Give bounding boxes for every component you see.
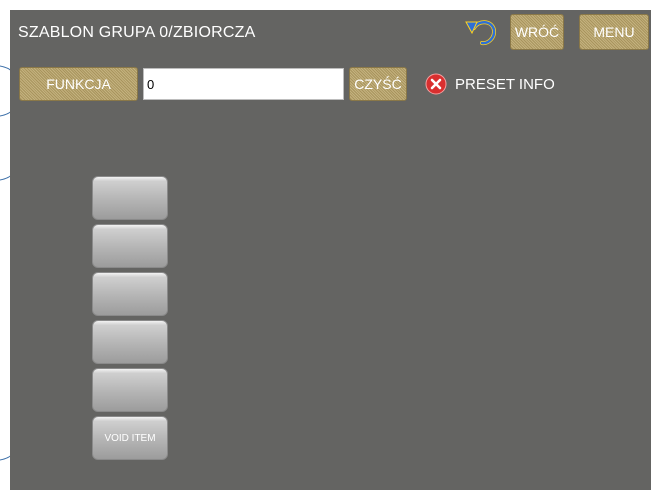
undo-arrow-icon[interactable] bbox=[462, 16, 500, 48]
preset-key-4[interactable] bbox=[92, 320, 168, 364]
preset-key-5[interactable] bbox=[92, 368, 168, 412]
back-button[interactable]: WRÓĆ bbox=[510, 14, 564, 50]
function-input[interactable] bbox=[143, 68, 344, 100]
clear-button[interactable]: CZYŚĆ bbox=[349, 67, 407, 101]
function-button[interactable]: FUNKCJA bbox=[19, 67, 138, 101]
preset-key-3[interactable] bbox=[92, 272, 168, 316]
app-screen: SZABLON GRUPA 0/ZBIORCZA WRÓĆ MENU FUNKC… bbox=[10, 10, 651, 490]
void-item-key[interactable]: VOID ITEM bbox=[92, 416, 168, 460]
preset-key-2[interactable] bbox=[92, 224, 168, 268]
red-x-icon bbox=[425, 73, 447, 95]
menu-button[interactable]: MENU bbox=[579, 14, 649, 50]
preset-key-1[interactable] bbox=[92, 176, 168, 220]
preset-info-label: PRESET INFO bbox=[455, 75, 555, 93]
preset-info-button[interactable]: PRESET INFO bbox=[425, 73, 555, 95]
page-title: SZABLON GRUPA 0/ZBIORCZA bbox=[18, 24, 256, 41]
